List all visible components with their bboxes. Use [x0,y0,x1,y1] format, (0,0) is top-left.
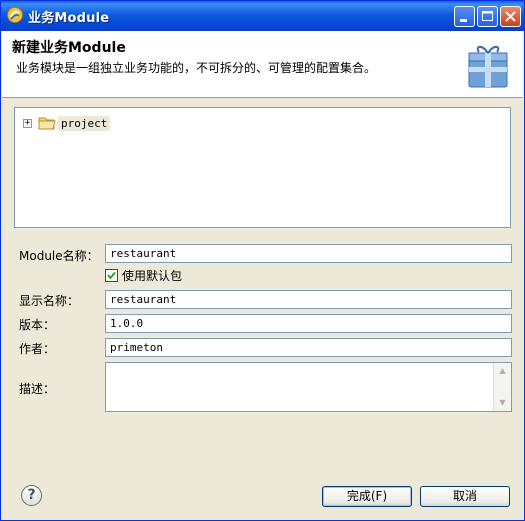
description-label: 描述： [19,382,56,396]
minimize-button[interactable] [454,6,475,27]
wizard-description: 业务模块是一组独立业务功能的，不可拆分的、可管理的配置集合。 [16,61,377,75]
close-button[interactable] [500,6,521,27]
version-input[interactable]: 1.0.0 [105,314,512,333]
maximize-icon [482,11,493,21]
module-name-label: Module名称： [19,249,99,263]
maximize-button[interactable] [477,6,498,27]
dialog-window: 业务Module 新建业务Module 业务模块是一组独立业务功能的，不可拆分的… [0,0,525,521]
checkmark-icon [107,271,116,280]
window-title: 业务Module [28,11,110,26]
use-default-package-checkbox[interactable] [105,269,118,282]
author-input[interactable]: primeton [105,338,512,357]
title-bar[interactable]: 业务Module [1,1,524,31]
expand-icon[interactable]: + [23,118,32,128]
wizard-header: 新建业务Module 业务模块是一组独立业务功能的，不可拆分的、可管理的配置集合… [2,31,523,98]
help-button[interactable]: ? [21,485,42,506]
version-label: 版本： [19,318,56,332]
display-name-label: 显示名称： [19,294,80,308]
display-name-input[interactable]: restaurant [105,290,512,309]
app-icon [7,7,23,23]
use-default-package-option[interactable]: 使用默认包 [105,267,182,284]
cancel-button[interactable]: 取消 [420,486,510,507]
description-scrollbar[interactable]: ▲ ▼ [493,363,511,411]
folder-icon [38,117,56,130]
module-name-input[interactable]: restaurant [105,244,512,263]
finish-button[interactable]: 完成(F) [322,486,412,507]
use-default-package-label: 使用默认包 [122,269,183,283]
gift-box-icon [468,45,508,88]
close-icon [505,11,516,22]
scroll-up-icon[interactable]: ▲ [495,364,510,378]
wizard-title: 新建业务Module [12,40,126,56]
tree-node-label: project [58,115,111,131]
project-tree[interactable]: + project [14,107,511,228]
description-textarea[interactable]: ▲ ▼ [105,362,512,412]
author-label: 作者： [19,342,56,356]
minimize-icon [460,19,467,22]
scroll-down-icon[interactable]: ▼ [495,396,510,410]
tree-node-project[interactable]: + project [23,114,111,132]
